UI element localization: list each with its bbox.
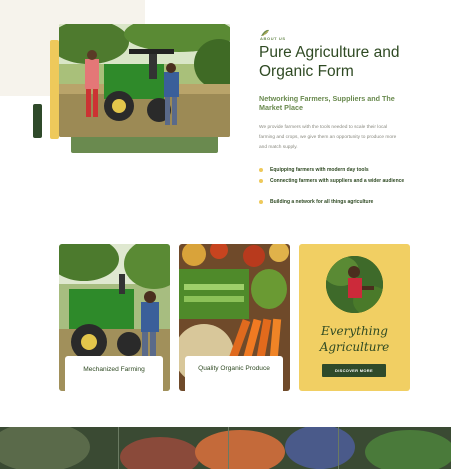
about-subtitle: Networking Farmers, Suppliers and The Ma…: [259, 94, 395, 112]
list-item: Building a network for all things agricu…: [259, 198, 409, 207]
card-quality-organic-produce[interactable]: Quality Organic Produce: [179, 244, 290, 391]
list-item: Equipping farmers with modern day tools: [259, 166, 409, 175]
card-label: Mechanized Farming: [65, 356, 163, 391]
dark-accent-bar: [33, 104, 42, 138]
bullet-text: Equipping farmers with modern day tools: [270, 167, 369, 173]
card-mechanized-farming[interactable]: Mechanized Farming: [59, 244, 170, 391]
page-title: Pure Agriculture and Organic Form: [259, 44, 400, 80]
script-heading-line2: Agriculture: [319, 340, 390, 354]
farmers-tractor-photo: [59, 24, 230, 137]
farmer-portrait-circle: [326, 256, 383, 313]
bullet-text: Connecting farmers with suppliers and a …: [270, 178, 405, 184]
card-everything-agriculture: Everything Agriculture DISCOVER MORE: [299, 244, 410, 391]
bullet-icon: [259, 200, 263, 204]
list-item: Connecting farmers with suppliers and a …: [259, 177, 409, 195]
bottom-photo-strip: [0, 427, 451, 469]
discover-more-button[interactable]: DISCOVER MORE: [322, 364, 386, 377]
bullet-text: Building a network for all things agricu…: [270, 199, 374, 205]
bullet-icon: [259, 168, 263, 172]
bullet-icon: [259, 179, 263, 183]
yellow-accent-bar: [50, 40, 59, 139]
about-eyebrow: ABOUT US: [260, 36, 286, 41]
about-description: We provide farmers with the tools needed…: [259, 125, 397, 150]
script-heading-line1: Everything: [321, 324, 388, 338]
card-label: Quality Organic Produce: [185, 356, 283, 391]
leaf-icon: [260, 24, 270, 37]
